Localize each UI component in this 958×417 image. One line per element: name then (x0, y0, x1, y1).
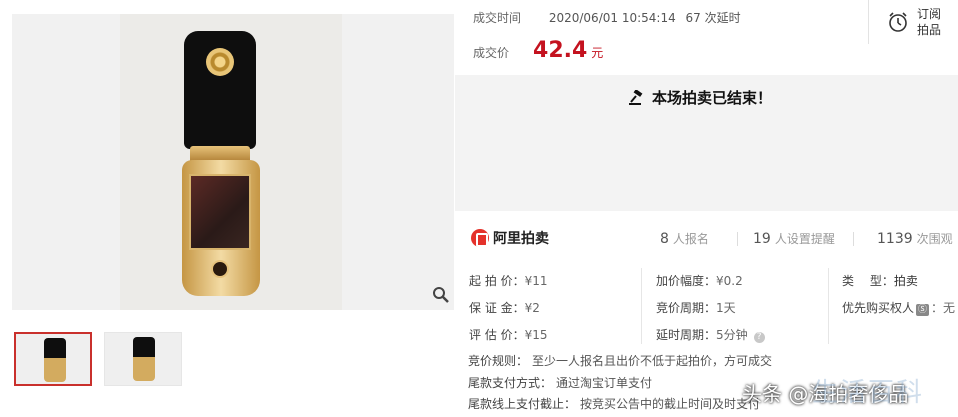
detail-key: 类 型： (842, 274, 894, 288)
help-icon[interactable]: ? (753, 332, 765, 343)
rule-value: 至少一人报名且出价不低于起拍价，方可成交 (532, 354, 773, 368)
detail-key: 竞价周期： (656, 301, 717, 315)
detail-key: 起 拍 价： (469, 274, 525, 288)
delay-count: 67 次延时 (685, 11, 741, 25)
deal-price-unit: 元 (591, 46, 604, 60)
gavel-icon (629, 89, 643, 105)
stat-text: 人设置提醒 (774, 232, 835, 246)
detail-value: 1天 (716, 301, 736, 315)
platform-stats-bar: 阿里拍卖 8 人报名 19 人设置提醒 1139 次围观 (455, 223, 958, 255)
detail-value: ¥15 (524, 328, 548, 342)
deal-price-label: 成交价 (473, 46, 510, 60)
stat-reminders: 19 人设置提醒 (753, 230, 835, 247)
deal-price-row: 成交价 42.4 元 (473, 38, 603, 63)
main-product-image[interactable] (12, 14, 454, 310)
stat-text: 人报名 (672, 232, 709, 246)
subscribe-button[interactable]: 订阅拍品 (868, 0, 958, 44)
deal-time-row: 成交时间 2020/06/01 10:54:14 67 次延时 (473, 9, 741, 26)
detail-priority-buyer: 优先购买权人 Ⓢ ：无 (842, 299, 955, 316)
divider (737, 232, 738, 246)
divider (641, 268, 642, 344)
phone-nav-key (211, 260, 229, 278)
auction-ended-message: 本场拍卖已结束！ (628, 87, 772, 108)
stat-registered: 8 人报名 (660, 230, 709, 247)
detail-key: 延时周期： (656, 328, 717, 342)
product-photo (120, 14, 342, 310)
stat-text: 次围观 (916, 232, 953, 246)
detail-value: ¥2 (524, 301, 540, 315)
thumbnail-2[interactable] (104, 332, 182, 386)
platform-name: 阿里拍卖 (493, 231, 549, 247)
auction-details: 起 拍 价：¥11 保 证 金：¥2 评 估 价：¥15 加价幅度：¥0.2 竞… (455, 262, 958, 346)
stat-number: 1139 (877, 231, 913, 247)
rule-bidding: 竞价规则： 至少一人报名且出价不低于起拍价，方可成交 (468, 352, 772, 369)
stat-number: 8 (660, 231, 669, 247)
rule-payment-deadline: 尾款线上支付截止： 按竞买公告中的截止时间及时支付 (468, 395, 760, 412)
deal-time-label: 成交时间 (473, 11, 522, 25)
detail-key: 评 估 价： (469, 328, 525, 342)
detail-type: 类 型：拍卖 (842, 272, 918, 289)
rule-payment-method: 尾款支付方式： 通过淘宝订单支付 (468, 374, 652, 391)
auction-ended-text: 本场拍卖已结束！ (652, 89, 773, 107)
detail-key: 加价幅度： (656, 274, 717, 288)
deal-price-value: 42.4 (533, 38, 588, 63)
watermark-ghost-text: 生活百科 (812, 378, 925, 408)
rule-value: 按竞买公告中的截止时间及时支付 (580, 397, 761, 411)
detail-delay-period: 延时周期：5分钟? (656, 326, 765, 343)
watermark: 生活百科 头条 @海拍奢侈品 (742, 378, 922, 408)
thumbnail-image (133, 337, 155, 381)
stat-views: 1139 次围观 (877, 230, 953, 247)
detail-appraisal: 评 估 价：¥15 (469, 326, 548, 343)
stat-number: 19 (753, 231, 771, 247)
priority-badge-icon[interactable]: Ⓢ (916, 304, 930, 316)
phone-flip-cover (184, 31, 256, 149)
subscribe-label: 订阅拍品 (917, 7, 942, 37)
alarm-clock-icon (889, 12, 907, 32)
phone-camera-ring (206, 48, 234, 76)
thumbnail-image (44, 338, 66, 382)
detail-deposit: 保 证 金：¥2 (469, 299, 540, 316)
rule-key: 尾款支付方式： (468, 376, 553, 390)
rule-key: 竞价规则： (468, 354, 529, 368)
detail-bid-period: 竞价周期：1天 (656, 299, 736, 316)
auction-status-panel: 本场拍卖已结束！ (455, 75, 958, 211)
phone-body (182, 160, 260, 296)
detail-value: 5分钟 (716, 328, 748, 342)
zoom-icon[interactable] (432, 286, 450, 304)
detail-increment: 加价幅度：¥0.2 (656, 272, 743, 289)
detail-value: ¥0.2 (716, 274, 743, 288)
detail-key: 保 证 金： (469, 301, 525, 315)
detail-value: ：无 (931, 301, 956, 315)
detail-starting-price: 起 拍 价：¥11 (469, 272, 548, 289)
phone-screen (189, 174, 251, 250)
detail-key: 优先购买权人 (842, 301, 915, 315)
rule-key: 尾款线上支付截止： (468, 397, 577, 411)
thumbnail-1[interactable] (14, 332, 92, 386)
detail-value: 拍卖 (893, 274, 918, 288)
rule-value: 通过淘宝订单支付 (556, 376, 653, 390)
divider (853, 232, 854, 246)
detail-value: ¥11 (524, 274, 548, 288)
ali-auction-logo[interactable]: 阿里拍卖 (471, 228, 549, 248)
deal-time-value: 2020/06/01 10:54:14 (548, 11, 676, 25)
ali-auction-logo-icon (471, 229, 489, 247)
divider (828, 268, 829, 344)
